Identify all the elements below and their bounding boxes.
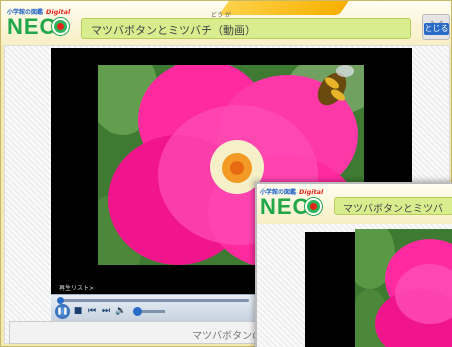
second-window-header: 小学館の図鑑 Digital NEO マツバボタンとミツバ [257,184,452,224]
second-video-frame-flower[interactable] [355,229,452,347]
footer-caption: マツバボタンの [192,331,262,342]
neo-logo-icon [52,18,69,35]
volume-slider[interactable] [139,310,165,313]
second-content-title-bar: マツバボタンとミツバ [334,197,452,215]
second-brand-logo: 小学館の図鑑 Digital NEO [260,187,326,221]
close-button[interactable]: ✕ とじる [422,14,450,40]
flower-stamen-core [230,161,244,175]
seek-bar[interactable] [57,297,249,304]
second-neo-logo-icon [305,198,322,215]
second-content-title: マツバボタンとミツバ [343,204,443,215]
stop-icon[interactable]: ■ [72,304,84,319]
volume-handle[interactable] [133,307,142,316]
brand-neo-wordmark: NEO [7,14,58,39]
player-controls: ❚❚ ■ ⏮ ⏭ 🔈 [51,294,256,321]
close-button-label: とじる [424,23,449,35]
previous-icon[interactable]: ⏮ [86,304,98,319]
content-title: マツバボタンとミツバチ（動画） [91,24,256,37]
app-header: 小学館の図鑑Digital NEO どう が マツバボタンとミツバチ（動画） ✕… [1,1,451,45]
second-brand-neo-wordmark: NEO [260,194,311,219]
playlist-label[interactable]: 再生リスト> [59,283,94,292]
pause-icon[interactable]: ❚❚ [55,304,70,319]
title-furigana: どう が [211,12,231,19]
content-title-bar: どう が マツバボタンとミツバチ（動画） [81,12,411,39]
header-accent-stripe [218,1,354,15]
bee-wing [336,65,354,77]
brand-logo: 小学館の図鑑 Digital NEO [7,7,73,41]
seek-handle[interactable] [57,297,64,304]
next-icon[interactable]: ⏭ [100,304,112,319]
volume-icon[interactable]: 🔈 [114,304,128,319]
